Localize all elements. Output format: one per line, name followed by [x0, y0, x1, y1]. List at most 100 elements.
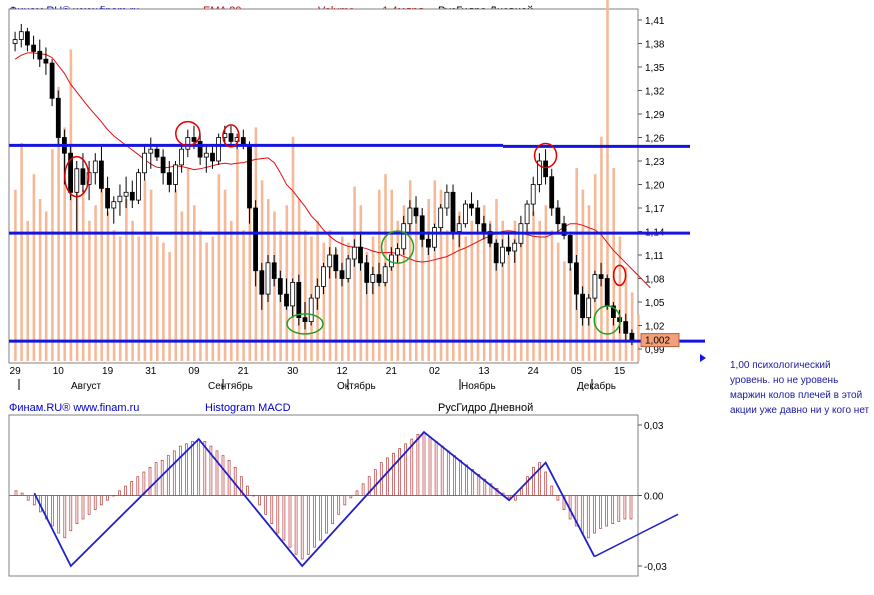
- date-tick-label: 21: [238, 366, 250, 377]
- macd-bar: [233, 466, 237, 496]
- macd-axis: 0,03 0.00 -0,03: [638, 421, 667, 573]
- candle-body: [265, 262, 271, 295]
- candle-body: [302, 317, 308, 323]
- date-tick-label: 19: [102, 366, 114, 377]
- candle-body: [358, 246, 363, 264]
- candle: [432, 223, 437, 252]
- volume-bar: [581, 189, 585, 361]
- candle-body: [530, 184, 536, 205]
- macd-bar: [629, 495, 633, 520]
- candle-body: [370, 274, 376, 283]
- candle-body: [345, 258, 351, 279]
- volume-bar: [94, 205, 97, 361]
- macd-bar: [51, 495, 54, 527]
- macd-bar: [288, 495, 292, 548]
- candle-body: [506, 246, 511, 252]
- macd-header-source: Финам.RU® www.finam.ru: [9, 402, 139, 414]
- price-tick-label: 1,29: [645, 110, 665, 121]
- support-level-arrow: [700, 354, 706, 362]
- candle: [462, 200, 468, 228]
- macd-bar: [252, 495, 255, 497]
- volume-bar: [556, 242, 560, 361]
- volume-bar: [495, 199, 498, 361]
- candle: [604, 274, 610, 310]
- macd-bar: [611, 495, 615, 525]
- volume-bar: [593, 174, 597, 361]
- candle-body: [432, 227, 437, 248]
- price-tick-label: 1,11: [645, 251, 664, 262]
- macd-bar: [453, 455, 456, 496]
- macd-tick-label: -0,03: [644, 562, 667, 573]
- volume-bar: [143, 180, 147, 361]
- macd-bar: [106, 495, 109, 501]
- macd-bar: [471, 469, 475, 496]
- volume-bar: [168, 252, 171, 361]
- candle-body: [351, 246, 357, 260]
- macd-bar: [215, 450, 219, 496]
- volume-bar: [100, 180, 103, 361]
- current-price-marker: 1,002: [640, 333, 680, 348]
- macd-bar: [623, 495, 627, 520]
- macd-header-instrument: РусГидро Дневной: [438, 402, 533, 414]
- macd-bar: [544, 471, 548, 496]
- candle-body: [438, 207, 444, 229]
- volume-bar: [433, 180, 437, 361]
- volume-bar: [205, 242, 208, 361]
- candle-body: [277, 278, 283, 295]
- candle: [592, 270, 598, 302]
- macd-bar: [617, 495, 621, 522]
- macd-bar: [343, 495, 347, 506]
- macd-bar: [513, 495, 517, 501]
- volume-bar: [359, 205, 363, 361]
- macd-bar: [221, 455, 225, 496]
- macd-bar: [154, 462, 158, 496]
- candle-body: [604, 278, 610, 307]
- macd-bar: [69, 495, 73, 532]
- macd-bar: [124, 485, 127, 496]
- price-tick-label: 1,17: [645, 204, 665, 215]
- macd-bar: [197, 438, 201, 496]
- candle-body: [469, 203, 474, 209]
- candle-body: [259, 270, 265, 295]
- candle-body: [80, 168, 86, 185]
- candle: [450, 184, 456, 240]
- candle-body: [49, 62, 55, 99]
- macd-bar: [386, 457, 389, 496]
- volume-bar: [353, 186, 356, 361]
- candle-body: [160, 156, 166, 174]
- candle-body: [419, 215, 425, 240]
- candle-body: [413, 207, 419, 217]
- volume-bar: [174, 189, 178, 361]
- candle-body: [253, 207, 259, 272]
- volume-bar: [125, 199, 128, 361]
- volume-bar: [149, 189, 153, 361]
- macd-bar: [203, 441, 207, 496]
- candle-body: [493, 242, 499, 264]
- candle-body: [228, 133, 234, 142]
- candle: [438, 204, 444, 232]
- volume-bar: [32, 174, 36, 361]
- volume-bar: [544, 205, 548, 361]
- candle-body: [92, 160, 98, 174]
- price-tick-label: 1,08: [645, 275, 665, 286]
- macd-bar: [337, 495, 341, 515]
- candle-body: [598, 274, 604, 279]
- candle-body: [203, 152, 209, 158]
- macd-bar: [532, 466, 535, 496]
- volume-bar: [193, 205, 196, 361]
- candle-body: [123, 191, 129, 197]
- price-axis: 1,411,381,351,321,291,261,231,201,171,14…: [638, 16, 665, 356]
- candle-body: [43, 58, 49, 64]
- candle-body: [24, 31, 30, 46]
- candle: [216, 133, 222, 165]
- candle-body: [580, 293, 585, 319]
- macd-bar: [294, 495, 298, 555]
- volume-bar: [38, 199, 42, 361]
- candle-body: [623, 321, 629, 334]
- macd-bar: [264, 495, 268, 515]
- macd-bar: [331, 495, 334, 525]
- candle-body: [99, 160, 104, 189]
- macd-bar: [300, 495, 304, 560]
- volume-bar: [14, 189, 17, 361]
- macd-header-indicator: Histogram MACD: [205, 402, 291, 414]
